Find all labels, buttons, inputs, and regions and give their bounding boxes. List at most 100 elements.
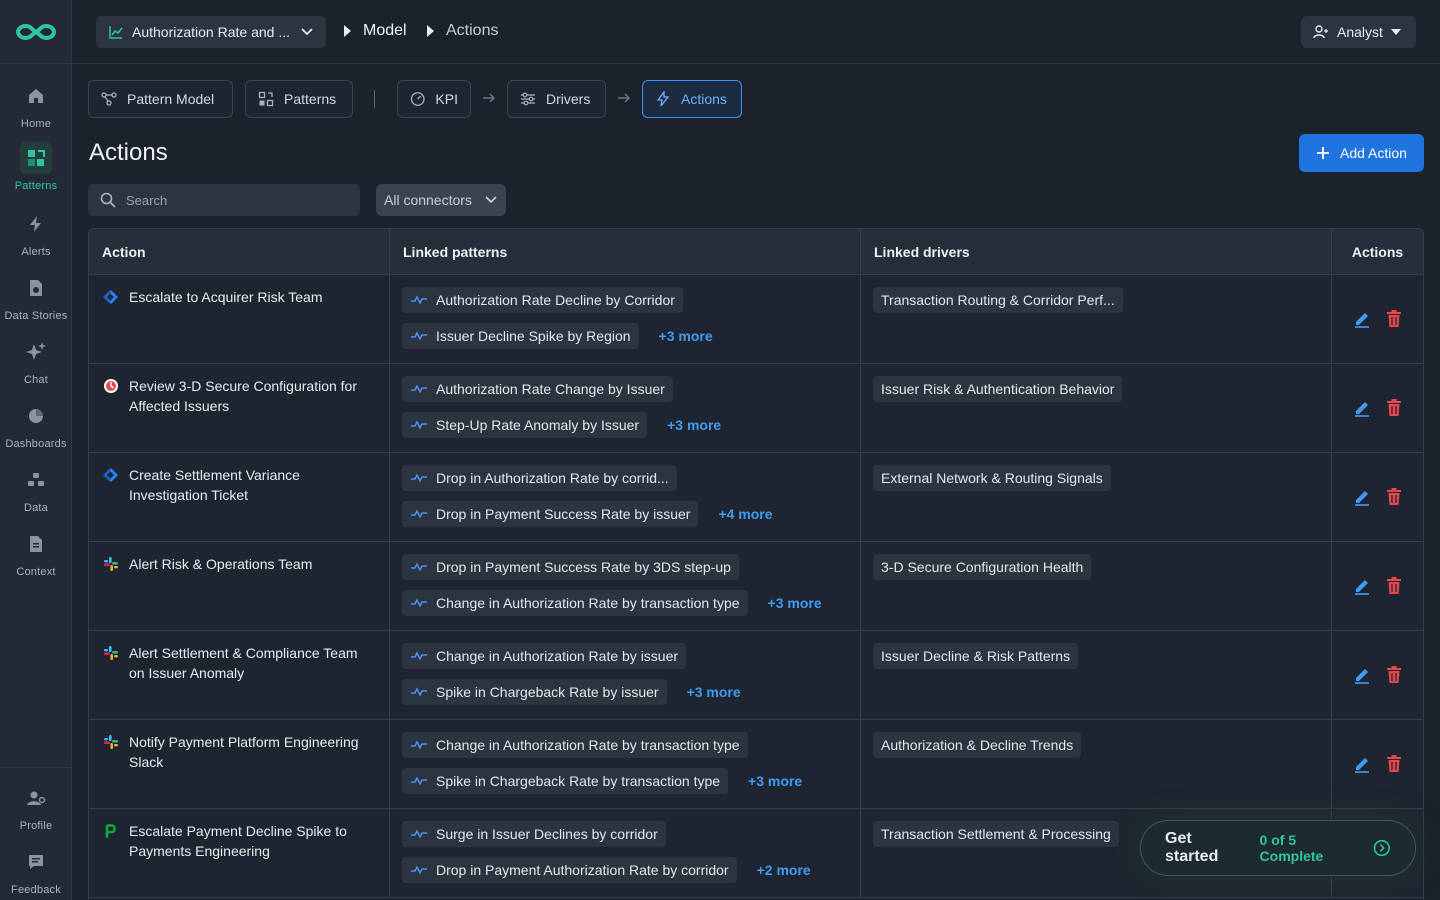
tab-drivers[interactable]: Drivers bbox=[507, 80, 606, 118]
nav-dashboards[interactable]: Dashboards bbox=[0, 400, 72, 450]
delete-icon[interactable] bbox=[1385, 666, 1403, 684]
driver-chip[interactable]: External Network & Routing Signals bbox=[873, 465, 1111, 491]
action-cell: Create Settlement Variance Investigation… bbox=[89, 453, 390, 541]
edit-icon[interactable] bbox=[1353, 755, 1371, 773]
pattern-chip[interactable]: Authorization Rate Change by Issuer bbox=[402, 376, 673, 402]
more-patterns-link[interactable]: +4 more bbox=[718, 506, 772, 522]
add-action-button[interactable]: Add Action bbox=[1299, 134, 1424, 172]
driver-chip[interactable]: 3-D Secure Configuration Health bbox=[873, 554, 1092, 580]
edit-icon[interactable] bbox=[1353, 577, 1371, 595]
tab-patterns[interactable]: Patterns bbox=[245, 80, 353, 118]
nav-home[interactable]: Home bbox=[0, 80, 72, 130]
profile-icon bbox=[20, 782, 52, 814]
pattern-chip[interactable]: Drop in Payment Authorization Rate by co… bbox=[402, 857, 737, 883]
trend-line-icon bbox=[410, 862, 428, 878]
action-name[interactable]: Create Settlement Variance Investigation… bbox=[129, 465, 375, 505]
pattern-chip[interactable]: Spike in Chargeback Rate by issuer bbox=[402, 679, 667, 705]
chart-line-icon bbox=[109, 26, 123, 39]
nav-feedback[interactable]: Feedback bbox=[0, 846, 72, 896]
sliders-icon bbox=[521, 92, 535, 106]
more-patterns-link[interactable]: +3 more bbox=[667, 417, 721, 433]
more-patterns-link[interactable]: +3 more bbox=[659, 328, 713, 344]
table-row[interactable]: Review 3-D Secure Configuration for Affe… bbox=[89, 364, 1423, 453]
data-stories-icon bbox=[20, 272, 52, 304]
tab-kpi[interactable]: KPI bbox=[397, 80, 471, 118]
pattern-chip[interactable]: Authorization Rate Decline by Corridor bbox=[402, 287, 683, 313]
nav-profile[interactable]: Profile bbox=[0, 782, 72, 832]
connector-filter-select[interactable]: All connectors bbox=[376, 184, 506, 216]
action-name[interactable]: Escalate to Acquirer Risk Team bbox=[129, 287, 323, 307]
more-patterns-link[interactable]: +3 more bbox=[748, 773, 802, 789]
sparkle-icon bbox=[20, 336, 52, 368]
action-name[interactable]: Alert Risk & Operations Team bbox=[129, 554, 312, 574]
delete-icon[interactable] bbox=[1385, 310, 1403, 328]
tab-pattern-model[interactable]: Pattern Model bbox=[88, 80, 233, 118]
nav-patterns[interactable]: Patterns bbox=[0, 142, 72, 192]
column-header-linked-patterns[interactable]: Linked patterns bbox=[390, 229, 861, 274]
nav-chat[interactable]: Chat bbox=[0, 336, 72, 386]
row-actions-cell bbox=[1332, 453, 1423, 541]
model-select[interactable]: Authorization Rate and ... bbox=[96, 16, 326, 48]
breadcrumb-model[interactable]: Model bbox=[344, 22, 407, 40]
pattern-chip-label: Step-Up Rate Anomaly by Issuer bbox=[436, 417, 640, 433]
nav-context[interactable]: Context bbox=[0, 528, 72, 578]
logo[interactable] bbox=[0, 0, 71, 64]
get-started-button[interactable]: Get started 0 of 5 Complete bbox=[1140, 820, 1416, 876]
action-cell: Alert Risk & Operations Team bbox=[89, 542, 390, 630]
delete-icon[interactable] bbox=[1385, 755, 1403, 773]
pattern-chip[interactable]: Change in Authorization Rate by transact… bbox=[402, 590, 748, 616]
tab-actions[interactable]: Actions bbox=[642, 80, 742, 118]
plus-icon bbox=[1317, 147, 1330, 159]
edit-icon[interactable] bbox=[1353, 488, 1371, 506]
table-row[interactable]: Alert Settlement & Compliance Team on Is… bbox=[89, 631, 1423, 720]
action-cell: Escalate Payment Decline Spike to Paymen… bbox=[89, 809, 390, 897]
table-row[interactable]: Escalate to Acquirer Risk Team Authoriza… bbox=[89, 275, 1423, 364]
pattern-chip[interactable]: Change in Authorization Rate by transact… bbox=[402, 732, 748, 758]
action-name[interactable]: Alert Settlement & Compliance Team on Is… bbox=[129, 643, 375, 683]
nav-data[interactable]: Data bbox=[0, 464, 72, 514]
role-menu[interactable]: Analyst bbox=[1301, 16, 1416, 48]
pattern-chip[interactable]: Drop in Authorization Rate by corrid... bbox=[402, 465, 677, 491]
action-name[interactable]: Escalate Payment Decline Spike to Paymen… bbox=[129, 821, 375, 861]
pattern-chip[interactable]: Issuer Decline Spike by Region bbox=[402, 323, 639, 349]
more-patterns-link[interactable]: +2 more bbox=[757, 862, 811, 878]
pattern-chip[interactable]: Spike in Chargeback Rate by transaction … bbox=[402, 768, 729, 794]
delete-icon[interactable] bbox=[1385, 399, 1403, 417]
edit-icon[interactable] bbox=[1353, 310, 1371, 328]
connector-filter-label: All connectors bbox=[384, 192, 472, 208]
table-row[interactable]: Notify Payment Platform Engineering Slac… bbox=[89, 720, 1423, 809]
more-patterns-link[interactable]: +3 more bbox=[768, 595, 822, 611]
slack-icon bbox=[103, 645, 119, 661]
column-header-action[interactable]: Action bbox=[89, 229, 390, 274]
pattern-chip-label: Drop in Payment Success Rate by issuer bbox=[436, 506, 691, 522]
delete-icon[interactable] bbox=[1385, 488, 1403, 506]
edit-icon[interactable] bbox=[1353, 666, 1371, 684]
more-patterns-link[interactable]: +3 more bbox=[687, 684, 741, 700]
tab-label: Drivers bbox=[546, 91, 591, 107]
driver-chip[interactable]: Authorization & Decline Trends bbox=[873, 732, 1082, 758]
search-input[interactable] bbox=[126, 192, 346, 208]
pattern-chip[interactable]: Surge in Issuer Declines by corridor bbox=[402, 821, 666, 847]
edit-icon[interactable] bbox=[1353, 399, 1371, 417]
slack-icon bbox=[103, 556, 119, 572]
delete-icon[interactable] bbox=[1385, 577, 1403, 595]
driver-chip[interactable]: Transaction Settlement & Processing bbox=[873, 821, 1119, 847]
pattern-chip[interactable]: Drop in Payment Success Rate by issuer bbox=[402, 501, 699, 527]
arrow-right-icon bbox=[616, 90, 632, 111]
table-row[interactable]: Alert Risk & Operations Team Drop in Pay… bbox=[89, 542, 1423, 631]
driver-chip[interactable]: Transaction Routing & Corridor Perf... bbox=[873, 287, 1123, 313]
column-header-linked-drivers[interactable]: Linked drivers bbox=[861, 229, 1332, 274]
driver-chip[interactable]: Issuer Decline & Risk Patterns bbox=[873, 643, 1079, 669]
pattern-chip[interactable]: Step-Up Rate Anomaly by Issuer bbox=[402, 412, 648, 438]
pattern-chip[interactable]: Change in Authorization Rate by issuer bbox=[402, 643, 687, 669]
action-name[interactable]: Review 3-D Secure Configuration for Affe… bbox=[129, 376, 375, 416]
trend-line-icon bbox=[410, 417, 428, 433]
pattern-chip[interactable]: Drop in Payment Success Rate by 3DS step… bbox=[402, 554, 739, 580]
pattern-chip-label: Surge in Issuer Declines by corridor bbox=[436, 826, 658, 842]
nav-data-stories[interactable]: Data Stories bbox=[0, 272, 72, 322]
nav-label-chat: Chat bbox=[23, 374, 49, 386]
nav-alerts[interactable]: Alerts bbox=[0, 208, 72, 258]
driver-chip[interactable]: Issuer Risk & Authentication Behavior bbox=[873, 376, 1123, 402]
table-row[interactable]: Create Settlement Variance Investigation… bbox=[89, 453, 1423, 542]
action-name[interactable]: Notify Payment Platform Engineering Slac… bbox=[129, 732, 375, 772]
